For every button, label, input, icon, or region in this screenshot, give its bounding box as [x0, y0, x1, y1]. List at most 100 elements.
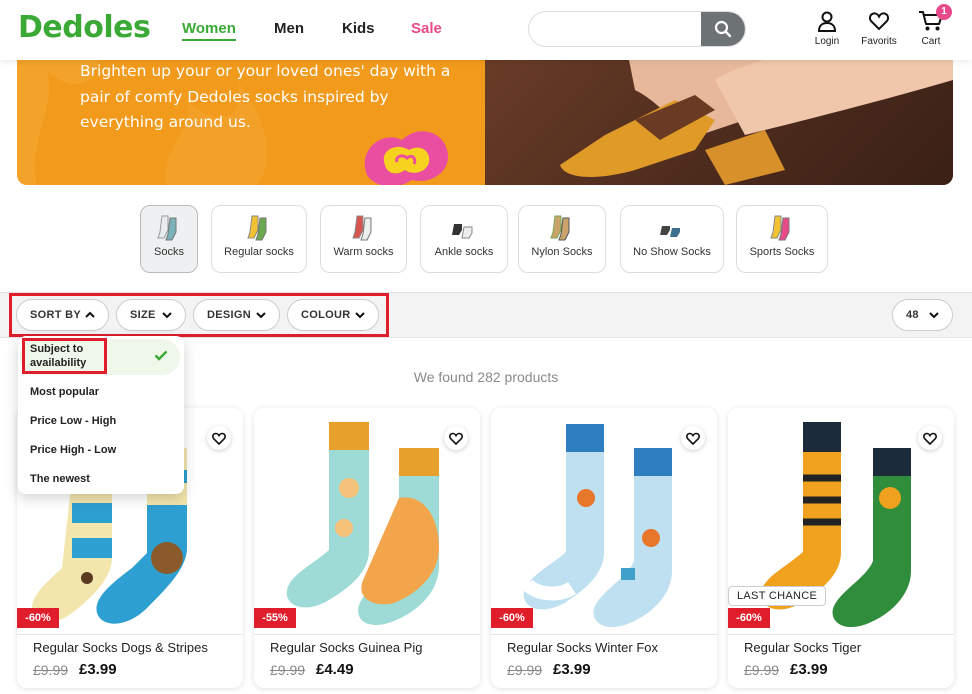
cart-button[interactable]: Cart 1: [906, 4, 956, 47]
chevron-down-icon: [256, 312, 266, 319]
category-ankle-socks[interactable]: Ankle socks: [420, 205, 508, 273]
nav-kids[interactable]: Kids: [342, 20, 375, 37]
old-price: £9.99: [507, 662, 543, 678]
per-page-select[interactable]: 48: [892, 299, 953, 331]
heart-icon: [449, 432, 463, 445]
socks-icon: [157, 215, 177, 241]
ankle-socks-icon: [452, 224, 473, 239]
card-divider: [17, 634, 243, 635]
category-label: Nylon Socks: [531, 246, 593, 258]
old-price: £9.99: [744, 662, 780, 678]
search-input[interactable]: [529, 12, 701, 46]
sort-option-availability[interactable]: Subject to availability: [18, 342, 108, 370]
old-price: £9.99: [33, 662, 69, 678]
search-button[interactable]: [701, 12, 745, 46]
product-card[interactable]: LAST CHANCE -60% Regular Socks Tiger £9.…: [728, 408, 954, 688]
current-price: £3.99: [790, 661, 828, 678]
sports-socks-icon: [770, 215, 790, 241]
heart-icon: [212, 432, 226, 445]
heart-icon: [868, 12, 890, 31]
nav-women[interactable]: Women: [182, 20, 236, 41]
chevron-down-icon: [355, 312, 365, 319]
sort-option-price-high-low[interactable]: Price High - Low: [18, 444, 184, 456]
card-divider: [491, 634, 717, 635]
sort-option-price-low-high[interactable]: Price Low - High: [18, 415, 184, 427]
search-icon: [714, 20, 732, 38]
product-name[interactable]: Regular Socks Tiger: [744, 640, 861, 655]
category-label: Warm socks: [333, 246, 394, 258]
discount-badge: -60%: [491, 608, 533, 628]
login-label: Login: [814, 36, 840, 47]
favorite-button[interactable]: [918, 426, 942, 450]
card-divider: [254, 634, 480, 635]
product-card[interactable]: -55% Regular Socks Guinea Pig £9.99 £4.4…: [254, 408, 480, 688]
filter-bar: SORT BY SIZE DESIGN COLOUR 48: [0, 292, 972, 338]
dedoles-logo[interactable]: Dedoles: [18, 10, 151, 45]
discount-badge: -60%: [17, 608, 59, 628]
nav-men[interactable]: Men: [274, 20, 304, 37]
sort-by-label: SORT BY: [30, 309, 81, 321]
sort-option-most-popular[interactable]: Most popular: [18, 386, 184, 398]
category-label: Regular socks: [224, 246, 294, 258]
design-label: DESIGN: [207, 309, 251, 321]
category-nylon-socks[interactable]: Nylon Socks: [518, 205, 606, 273]
nav-sale[interactable]: Sale: [411, 20, 442, 37]
per-page-value: 48: [906, 309, 919, 321]
user-icon: [817, 11, 837, 32]
search-box: [528, 11, 746, 47]
size-filter-button[interactable]: SIZE: [116, 299, 186, 331]
category-label: Sports Socks: [749, 246, 815, 258]
category-socks[interactable]: Socks: [140, 205, 198, 273]
current-price: £4.49: [316, 661, 354, 678]
promo-banner[interactable]: Brighten up your or your loved ones' day…: [17, 40, 953, 185]
product-name[interactable]: Regular Socks Winter Fox: [507, 640, 658, 655]
heart-icon: [686, 432, 700, 445]
chevron-down-icon: [162, 312, 172, 319]
favorites-button[interactable]: Favorits: [854, 10, 904, 47]
last-chance-badge: LAST CHANCE: [728, 586, 827, 606]
login-button[interactable]: Login: [802, 10, 852, 47]
category-label: Socks: [154, 246, 184, 258]
category-sports-socks[interactable]: Sports Socks: [736, 205, 828, 273]
discount-badge: -55%: [254, 608, 296, 628]
chevron-up-icon: [85, 311, 95, 318]
product-name[interactable]: Regular Socks Guinea Pig: [270, 640, 422, 655]
sort-option-newest[interactable]: The newest: [18, 473, 184, 485]
sort-dropdown: Subject to availability Most popular Pri…: [18, 336, 184, 494]
regular-socks-icon: [247, 215, 267, 241]
product-card[interactable]: -60% Regular Socks Winter Fox £9.99 £3.9…: [491, 408, 717, 688]
category-label: Ankle socks: [434, 246, 494, 258]
category-regular-socks[interactable]: Regular socks: [211, 205, 307, 273]
card-divider: [728, 634, 954, 635]
discount-badge: -60%: [728, 608, 770, 628]
check-icon: [154, 350, 168, 361]
sort-by-button[interactable]: SORT BY: [16, 299, 109, 331]
banner-legs-illustration: [560, 40, 953, 185]
category-no-show-socks[interactable]: No Show Socks: [620, 205, 724, 273]
size-label: SIZE: [130, 309, 156, 321]
current-price: £3.99: [79, 661, 117, 678]
colour-label: COLOUR: [301, 309, 351, 321]
cart-label: Cart: [921, 36, 941, 47]
product-name[interactable]: Regular Socks Dogs & Stripes: [33, 640, 208, 655]
category-warm-socks[interactable]: Warm socks: [320, 205, 407, 273]
page: Dedoles Women Men Kids Sale Login Favori…: [0, 0, 972, 694]
nylon-socks-icon: [550, 215, 570, 241]
chevron-down-icon: [929, 312, 939, 319]
heart-icon: [923, 432, 937, 445]
design-filter-button[interactable]: DESIGN: [193, 299, 280, 331]
cart-count-badge: 1: [936, 4, 952, 20]
banner-swirl-graphic: [364, 131, 449, 185]
favorite-button[interactable]: [681, 426, 705, 450]
category-label: No Show Socks: [633, 246, 711, 258]
current-price: £3.99: [553, 661, 591, 678]
no-show-socks-icon: [660, 226, 680, 237]
favorite-button[interactable]: [207, 426, 231, 450]
favorite-button[interactable]: [444, 426, 468, 450]
old-price: £9.99: [270, 662, 306, 678]
banner-photo: [485, 40, 953, 185]
favorites-label: Favorits: [861, 36, 897, 47]
warm-socks-icon: [351, 215, 371, 241]
colour-filter-button[interactable]: COLOUR: [287, 299, 379, 331]
site-header: Dedoles Women Men Kids Sale Login Favori…: [0, 0, 972, 60]
